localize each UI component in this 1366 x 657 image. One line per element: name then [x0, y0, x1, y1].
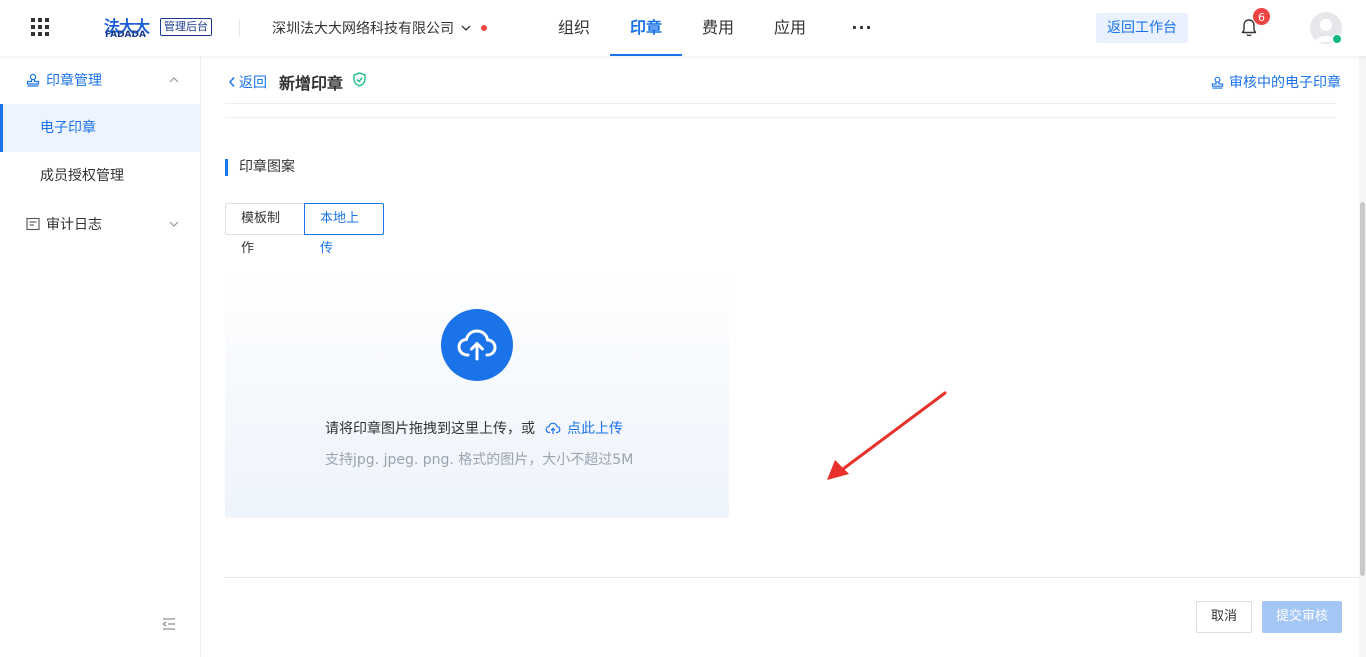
notification-count-badge: 6	[1252, 7, 1271, 26]
upload-format-hint: 支持jpg. jpeg. png. 格式的图片，大小不超过5M	[325, 452, 634, 468]
divider	[225, 103, 1336, 104]
upload-dropzone[interactable]: 请将印章图片拖拽到这里上传，或 点此上传 支持jpg. jpeg. png. 格…	[225, 270, 729, 518]
stamp-icon	[26, 73, 40, 87]
under-review-seals-link[interactable]: 审核中的电子印章	[1211, 72, 1341, 92]
back-link[interactable]: 返回	[228, 72, 267, 92]
collapse-sidebar-icon[interactable]	[162, 617, 176, 631]
verified-check-icon	[1332, 34, 1342, 44]
chevron-up-icon	[169, 77, 179, 83]
seal-source-tabs: 模板制作 本地上传	[225, 203, 384, 256]
upload-hint-text: 请将印章图片拖拽到这里上传，或	[325, 421, 535, 437]
annotation-arrow	[827, 391, 947, 480]
tab-local-upload[interactable]: 本地上传	[304, 203, 384, 256]
app-grid-icon[interactable]	[30, 17, 50, 37]
footer-divider	[225, 577, 1360, 578]
cloud-upload-small-icon	[545, 422, 561, 434]
review-link-label: 审核中的电子印章	[1229, 75, 1341, 91]
back-to-workspace-button[interactable]: 返回工作台	[1096, 13, 1188, 43]
scrollbar-thumb[interactable]	[1360, 202, 1365, 576]
nav-item-seal[interactable]: 印章	[610, 0, 682, 56]
sidebar-group-audit-log[interactable]: 审计日志	[0, 200, 200, 248]
nav-item-org[interactable]: 组织	[538, 0, 610, 56]
shield-check-icon	[353, 72, 366, 87]
submit-review-button[interactable]: 提交审核	[1262, 601, 1342, 633]
log-icon	[26, 217, 40, 231]
admin-badge: 管理后台	[160, 18, 212, 36]
sidebar-group-seal-management[interactable]: 印章管理	[0, 56, 200, 104]
sidebar-item-electronic-seal[interactable]: 电子印章	[0, 104, 200, 152]
click-to-upload-label: 点此上传	[567, 421, 623, 437]
company-name: 深圳法大大网络科技有限公司	[272, 21, 454, 37]
company-status-dot	[481, 25, 487, 31]
click-to-upload-link[interactable]: 点此上传	[545, 418, 623, 438]
upload-hint: 请将印章图片拖拽到这里上传，或 点此上传	[325, 418, 623, 438]
page-title: 新增印章	[279, 74, 344, 93]
chevron-down-icon	[169, 221, 179, 227]
company-switcher[interactable]: 深圳法大大网络科技有限公司	[272, 18, 472, 38]
tab-template[interactable]: 模板制作	[225, 203, 304, 256]
main-nav: 组织 印章 费用 应用 ···	[538, 0, 898, 56]
chevron-down-icon	[461, 25, 471, 31]
logo-text-en: FADADA	[105, 30, 146, 40]
chevron-left-icon	[228, 77, 235, 87]
top-header: 法大大 FADADA 管理后台 深圳法大大网络科技有限公司 组织 印章 费用 应…	[0, 0, 1366, 56]
nav-more-button[interactable]: ···	[826, 0, 898, 56]
cancel-button[interactable]: 取消	[1196, 601, 1252, 633]
header-divider	[239, 19, 240, 37]
nav-item-apps[interactable]: 应用	[754, 0, 826, 56]
scrollbar[interactable]	[1359, 56, 1366, 657]
main-content: 返回 新增印章 审核中的电子印章 印章图案 模板制作 本地上传 请将印章图片拖拽…	[201, 56, 1360, 657]
sidebar: 印章管理 电子印章 成员授权管理 审计日志	[0, 56, 201, 657]
back-link-label: 返回	[239, 75, 267, 91]
sidebar-group-label: 印章管理	[46, 73, 102, 89]
divider	[225, 117, 1336, 118]
section-title-seal-pattern: 印章图案	[225, 159, 295, 176]
cloud-upload-icon	[441, 309, 513, 381]
stamp-icon	[1211, 76, 1224, 89]
nav-item-fees[interactable]: 费用	[682, 0, 754, 56]
sidebar-item-member-authorization[interactable]: 成员授权管理	[0, 152, 200, 200]
sidebar-group-label: 审计日志	[46, 217, 102, 233]
